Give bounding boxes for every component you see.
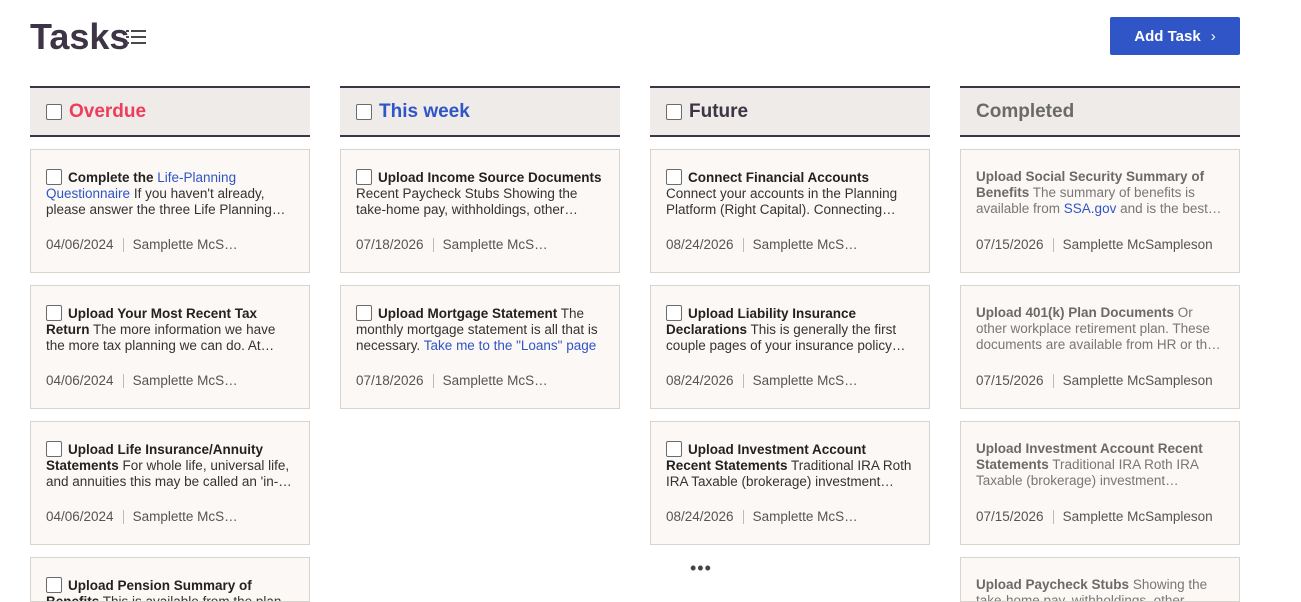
task-checkbox[interactable] (666, 441, 682, 457)
task-card[interactable]: Upload Mortgage Statement The monthly mo… (340, 285, 620, 409)
task-card[interactable]: Upload Paycheck Stubs Showing the take-h… (960, 557, 1240, 602)
task-owner: Samplette McSampleson (752, 373, 865, 388)
task-card[interactable]: Upload Your Most Recent Tax Return The m… (30, 285, 310, 409)
column-this-week: This week Upload Income Source Documents… (340, 86, 620, 409)
task-date: 07/18/2026 (356, 237, 424, 252)
select-all-checkbox-overdue[interactable] (46, 103, 62, 120)
column-header-completed: Completed (960, 86, 1240, 137)
task-owner: Samplette McSampleson (1062, 237, 1213, 252)
task-card[interactable]: Upload Pension Summary of Benefits This … (30, 557, 310, 602)
task-date: 07/18/2026 (356, 373, 424, 388)
task-owner: Samplette McSampleson (1062, 509, 1213, 524)
add-task-label: Add Task (1134, 27, 1201, 45)
task-date: 04/06/2024 (46, 373, 114, 388)
task-link[interactable]: Take me to the "Loans" page (424, 338, 596, 353)
task-checkbox[interactable] (666, 305, 682, 321)
column-header-future: Future (650, 86, 930, 137)
task-owner: Samplette McSampleson (132, 373, 245, 388)
task-checkbox[interactable] (46, 577, 62, 593)
task-checkbox[interactable] (356, 305, 372, 321)
more-tasks-button[interactable]: ••• (690, 558, 712, 579)
select-all-checkbox-this-week[interactable] (356, 103, 372, 120)
page-header: Tasks Add Task › (30, 16, 1240, 57)
column-header-overdue: Overdue (30, 86, 310, 137)
task-owner: Samplette McSampleson (752, 509, 865, 524)
task-title: Complete the (68, 170, 158, 185)
task-date: 08/24/2026 (666, 237, 734, 252)
select-all-checkbox-future[interactable] (666, 103, 682, 120)
task-card[interactable]: Upload Investment Account Recent Stateme… (650, 421, 930, 545)
page-title: Tasks (30, 16, 130, 57)
task-card[interactable]: Upload Social Security Summary of Benefi… (960, 149, 1240, 273)
task-card[interactable]: Upload 401(k) Plan Documents Or other wo… (960, 285, 1240, 409)
chevron-right-icon: › (1210, 27, 1216, 45)
task-checkbox[interactable] (46, 441, 62, 457)
column-overdue: Overdue Complete the Life-Planning Quest… (30, 86, 310, 602)
task-checkbox[interactable] (356, 169, 372, 185)
task-owner: Samplette McSampleson (442, 373, 555, 388)
task-owner: Samplette McSampleson (442, 237, 555, 252)
task-date: 07/15/2026 (976, 237, 1044, 252)
task-description: Recent Paycheck Stubs Showing the take-h… (356, 186, 578, 217)
task-owner: Samplette McSampleson (1062, 373, 1213, 388)
task-date: 08/24/2026 (666, 373, 734, 388)
column-title-overdue: Overdue (69, 100, 147, 122)
column-completed: Completed Upload Social Security Summary… (960, 86, 1240, 602)
column-title-this-week: This week (379, 100, 470, 122)
task-owner: Samplette McSampleson (752, 237, 865, 252)
task-owner: Samplette McSampleson (132, 509, 245, 524)
task-description: Connect your accounts in the Planning Pl… (666, 186, 898, 217)
task-date: 04/06/2024 (46, 509, 114, 524)
task-title: Upload Income Source Documents (378, 170, 602, 185)
column-title-completed: Completed (976, 100, 1075, 122)
task-checkbox[interactable] (46, 169, 62, 185)
task-checkbox[interactable] (666, 169, 682, 185)
column-future: Future Connect Financial Accounts Connec… (650, 86, 930, 545)
task-card[interactable]: Upload Liability Insurance Declarations … (650, 285, 930, 409)
task-date: 07/15/2026 (976, 509, 1044, 524)
column-title-future: Future (689, 100, 749, 122)
task-owner: Samplette McSampleson (132, 237, 245, 252)
task-date: 08/24/2026 (666, 509, 734, 524)
task-date: 04/06/2024 (46, 237, 114, 252)
task-checkbox[interactable] (46, 305, 62, 321)
task-link[interactable]: SSA.gov (1064, 201, 1117, 216)
task-title: Upload Paycheck Stubs (976, 577, 1130, 592)
task-card[interactable]: Upload Investment Account Recent Stateme… (960, 421, 1240, 545)
column-header-this-week: This week (340, 86, 620, 137)
task-card[interactable]: Connect Financial Accounts Connect your … (650, 149, 930, 273)
task-title: Upload Mortgage Statement (378, 306, 558, 321)
task-card[interactable]: Complete the Life-Planning Questionnaire… (30, 149, 310, 273)
add-task-button[interactable]: Add Task › (1110, 17, 1240, 55)
list-icon[interactable] (126, 29, 146, 45)
task-date: 07/15/2026 (976, 373, 1044, 388)
task-title: Connect Financial Accounts (688, 170, 870, 185)
task-title: Upload 401(k) Plan Documents (976, 305, 1175, 320)
task-card[interactable]: Upload Income Source Documents Recent Pa… (340, 149, 620, 273)
task-card[interactable]: Upload Life Insurance/Annuity Statements… (30, 421, 310, 545)
